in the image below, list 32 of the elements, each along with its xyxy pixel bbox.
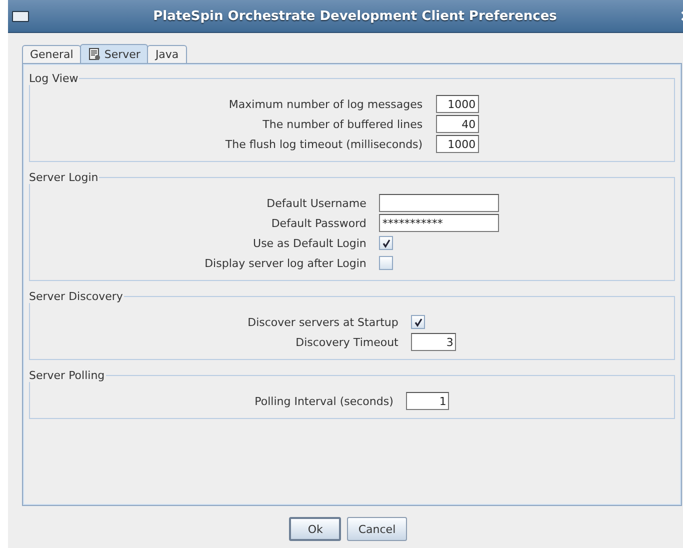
field-label: Default Username — [266, 196, 366, 210]
window-menu-icon[interactable] — [12, 10, 29, 22]
field-label: Maximum number of log messages — [228, 98, 423, 110]
dialog-button[interactable]: Ok — [289, 517, 342, 541]
checkbox[interactable] — [379, 236, 394, 250]
group-title: Server Discovery — [28, 290, 124, 303]
password-field[interactable]: *********** — [379, 214, 500, 232]
dialog-button[interactable]: Cancel — [347, 517, 407, 541]
checkbox[interactable] — [411, 315, 426, 329]
field-label: Discovery Timeout — [294, 336, 398, 348]
tab[interactable]: Java — [147, 45, 187, 63]
checkbox[interactable] — [379, 256, 394, 270]
input-field[interactable]: 1000 — [436, 95, 479, 113]
input-field[interactable]: 3 — [411, 333, 456, 351]
field-label: Discover servers at Startup — [248, 316, 398, 328]
input-field[interactable] — [379, 194, 500, 212]
tab[interactable]: General — [22, 45, 82, 63]
server-document-icon — [88, 48, 102, 60]
field-label: Use as Default Login — [252, 236, 366, 250]
field-label: The flush log timeout (milliseconds) — [225, 138, 423, 150]
field-label: The number of buffered lines — [262, 118, 423, 130]
input-field[interactable]: 1 — [406, 392, 450, 410]
group-title: Server Login — [28, 171, 100, 184]
group-title: Server Polling — [28, 369, 106, 382]
tab[interactable]: Server — [80, 44, 148, 63]
input-field[interactable]: 40 — [436, 115, 479, 133]
field-label: Polling Interval (seconds) — [254, 394, 394, 408]
field-label: Display server log after Login — [204, 256, 366, 270]
window-title: PlateSpin Orchestrate Development Client Preferences — [152, 8, 558, 24]
group-title: Log View — [28, 72, 80, 85]
field-label: Default Password — [270, 216, 366, 230]
input-field[interactable]: 1000 — [436, 135, 479, 153]
